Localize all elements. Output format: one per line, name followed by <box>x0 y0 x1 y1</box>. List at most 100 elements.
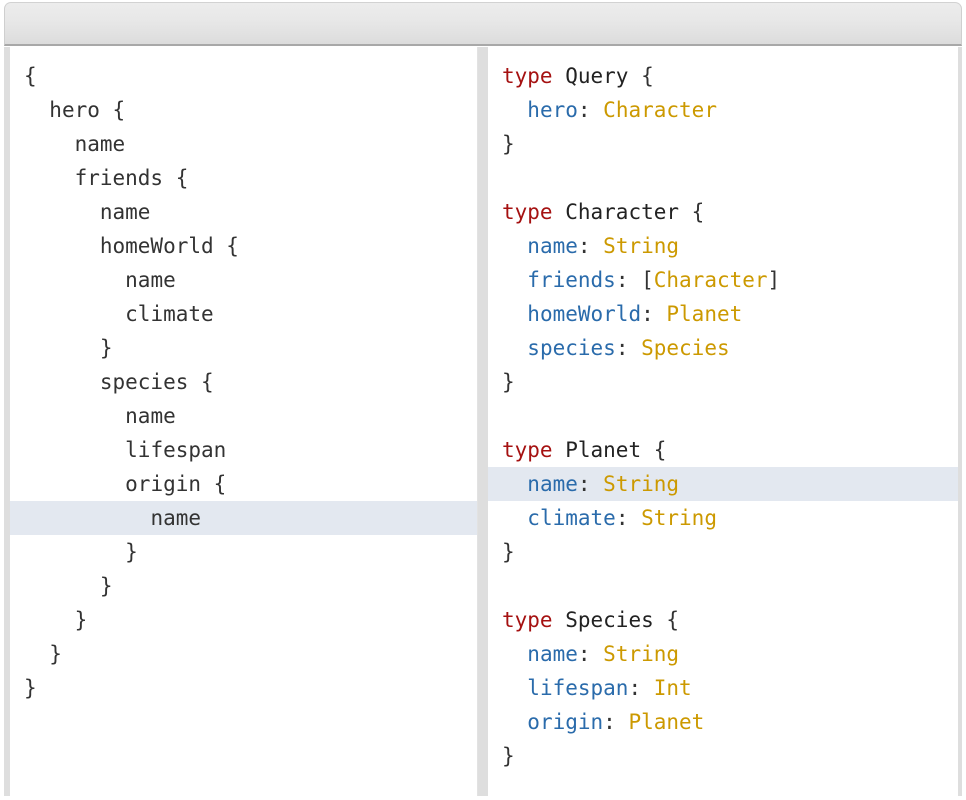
query-line[interactable]: friends { <box>10 161 477 195</box>
query-line[interactable]: origin { <box>10 467 477 501</box>
token-punc: } <box>24 676 37 700</box>
token-val: String <box>641 506 717 530</box>
token-plain: species { <box>99 370 214 394</box>
query-line[interactable]: } <box>10 535 477 569</box>
token-val: String <box>603 642 680 666</box>
query-line[interactable]: name <box>10 501 477 535</box>
schema-line[interactable]: species: Species <box>488 331 958 365</box>
schema-line[interactable]: hero: Character <box>488 93 958 127</box>
token-punc: : <box>615 506 642 530</box>
token-punc: : <box>577 472 604 496</box>
query-code-block[interactable]: { hero { name friends { name homeWorld {… <box>10 47 477 705</box>
schema-line[interactable]: origin: Planet <box>488 705 958 739</box>
token-plain: climate <box>125 302 214 326</box>
query-pane[interactable]: { hero { name friends { name homeWorld {… <box>4 47 478 800</box>
query-line[interactable]: name <box>10 195 477 229</box>
query-line[interactable]: lifespan <box>10 433 477 467</box>
query-line[interactable]: climate <box>10 297 477 331</box>
schema-line[interactable]: } <box>488 535 958 569</box>
token-kw: type <box>502 64 553 88</box>
query-line[interactable]: name <box>10 127 477 161</box>
schema-code-block[interactable]: type Query { hero: Character} type Charac… <box>488 47 958 773</box>
schema-line[interactable]: type Species { <box>488 603 958 637</box>
token-punc: : <box>603 710 629 734</box>
token-field: hero <box>527 98 578 122</box>
query-line[interactable]: name <box>10 263 477 297</box>
schema-line[interactable]: climate: String <box>488 501 958 535</box>
token-punc: ] <box>767 268 781 292</box>
token-punc: } <box>125 540 138 564</box>
query-line[interactable]: } <box>10 603 477 637</box>
query-line[interactable]: { <box>10 59 477 93</box>
token-punc: } <box>502 540 515 564</box>
pane-divider-handle[interactable] <box>478 47 488 800</box>
token-punc: { <box>679 200 705 224</box>
token-val: Character <box>603 98 717 122</box>
schema-line[interactable]: } <box>488 365 958 399</box>
schema-line[interactable]: } <box>488 127 958 161</box>
token-field: lifespan <box>527 676 629 700</box>
token-type: Species <box>565 608 654 632</box>
schema-line[interactable]: homeWorld: Planet <box>488 297 958 331</box>
split-pane-container: { hero { name friends { name homeWorld {… <box>0 47 966 800</box>
token-field: name <box>527 234 578 258</box>
token-field: climate <box>527 506 616 530</box>
token-field: origin <box>527 710 604 734</box>
token-punc: : <box>628 676 654 700</box>
query-line[interactable]: } <box>10 671 477 705</box>
token-plain: name <box>125 404 176 428</box>
schema-pane[interactable]: type Query { hero: Character} type Charac… <box>488 47 962 800</box>
token-punc: : <box>641 302 667 326</box>
schema-line[interactable]: type Character { <box>488 195 958 229</box>
token-val: String <box>603 234 680 258</box>
query-line[interactable]: } <box>10 569 477 603</box>
query-line[interactable]: species { <box>10 365 477 399</box>
schema-line[interactable]: name: String <box>488 637 958 671</box>
schema-line[interactable]: type Planet { <box>488 433 958 467</box>
window-titlebar[interactable] <box>4 2 962 46</box>
schema-line[interactable]: name: String <box>488 229 958 263</box>
query-line[interactable]: hero { <box>10 93 477 127</box>
schema-line[interactable]: } <box>488 739 958 773</box>
token-plain: friends { <box>74 166 189 190</box>
token-val: Planet <box>666 302 743 326</box>
token-punc: : <box>577 642 604 666</box>
token-punc: } <box>502 744 515 768</box>
token-kw: type <box>502 438 553 462</box>
token-field: species <box>527 336 616 360</box>
token-plain: lifespan <box>125 438 227 462</box>
token-punc: } <box>49 642 62 666</box>
token-punc: { <box>628 64 654 88</box>
schema-line[interactable]: friends: [Character] <box>488 263 958 297</box>
token-field: homeWorld <box>527 302 642 326</box>
schema-line[interactable]: type Query { <box>488 59 958 93</box>
schema-line[interactable]: name: String <box>488 467 958 501</box>
query-line[interactable]: homeWorld { <box>10 229 477 263</box>
query-line[interactable]: name <box>10 399 477 433</box>
schema-line[interactable] <box>488 399 958 433</box>
schema-line[interactable] <box>488 569 958 603</box>
schema-line[interactable]: lifespan: Int <box>488 671 958 705</box>
query-line[interactable]: } <box>10 331 477 365</box>
token-punc: : [ <box>615 268 654 292</box>
window-bottom-edge <box>0 796 966 800</box>
token-plain: name <box>125 268 176 292</box>
schema-line[interactable] <box>488 161 958 195</box>
token-kw: type <box>502 608 553 632</box>
query-line[interactable]: } <box>10 637 477 671</box>
token-type: Query <box>565 64 629 88</box>
token-punc: { <box>24 64 37 88</box>
